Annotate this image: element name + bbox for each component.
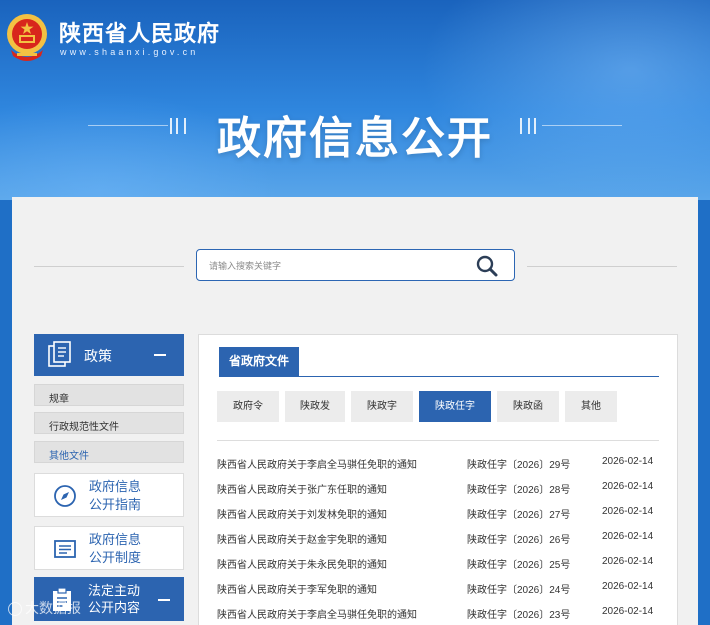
filter-shaanzhengfa[interactable]: 陕政发 (285, 391, 345, 422)
document-number: 陕政任字〔2026〕27号 (467, 510, 571, 521)
table-row: 陕西省人民政府关于李军免职的通知 陕政任字〔2026〕24号 2026-02-1… (217, 581, 661, 601)
document-title-link[interactable]: 陕西省人民政府关于张广东任职的通知 (217, 481, 387, 496)
table-row: 陕西省人民政府关于李启全马骐任免职的通知 陕政任字〔2026〕29号 2026-… (217, 456, 661, 476)
document-title-link[interactable]: 陕西省人民政府关于赵金宇免职的通知 (217, 531, 387, 546)
document-number: 陕政任字〔2026〕24号 (467, 585, 571, 596)
main-panel: 政策 规章 行政规范性文件 其他文件 政府信息 公开指南 政府信息 公开制度 (12, 197, 698, 625)
watermark-logo-icon (8, 602, 22, 617)
table-row: 陕西省人民政府关于张广东任职的通知 陕政任字〔2026〕28号 2026-02-… (217, 481, 661, 501)
search-input[interactable] (209, 258, 459, 274)
collapse-icon[interactable] (154, 354, 166, 356)
header-banner: 陕西省人民政府 www.shaanxi.gov.cn 政府信息公开 (0, 0, 710, 200)
table-row: 陕西省人民政府关于李启全马骐任免职的通知 陕政任字〔2026〕23号 2026-… (217, 606, 661, 625)
search-divider (34, 266, 184, 267)
filter-shaanzhenghan[interactable]: 陕政函 (497, 391, 559, 422)
document-number: 陕政任字〔2026〕28号 (467, 485, 571, 496)
search-icon[interactable] (475, 254, 499, 278)
site-title[interactable]: 陕西省人民政府 (59, 16, 220, 48)
search-bar (196, 249, 515, 281)
sidebar-card-disclosure-guide[interactable]: 政府信息 公开指南 (34, 473, 184, 517)
filter-other[interactable]: 其他 (565, 391, 617, 422)
document-icon (48, 341, 71, 367)
sidebar-card-label: 政府信息 公开指南 (89, 479, 142, 512)
national-emblem-icon[interactable] (5, 12, 49, 62)
table-row: 陕西省人民政府关于赵金宇免职的通知 陕政任字〔2026〕26号 2026-02-… (217, 531, 661, 551)
document-date: 2026-02-14 (602, 506, 654, 517)
list-document-icon (54, 540, 76, 558)
document-number: 陕政任字〔2026〕23号 (467, 610, 571, 621)
sidebar-section-title: 法定主动 公开内容 (88, 583, 141, 615)
document-title-link[interactable]: 陕西省人民政府关于李军免职的通知 (217, 581, 377, 596)
list-divider (217, 440, 659, 441)
sidebar-item-other-docs[interactable]: 其他文件 (34, 441, 184, 463)
document-number: 陕政任字〔2026〕26号 (467, 535, 571, 546)
table-row: 陕西省人民政府关于朱永民免职的通知 陕政任字〔2026〕25号 2026-02-… (217, 556, 661, 576)
compass-icon (54, 485, 76, 507)
document-title-link[interactable]: 陕西省人民政府关于李启全马骐任免职的通知 (217, 456, 417, 471)
search-divider (527, 266, 677, 267)
sidebar-section-title: 政策 (84, 348, 112, 364)
tab-provincial-documents[interactable]: 省政府文件 (219, 347, 300, 376)
filter-shaanzhengrenzi[interactable]: 陕政任字 (419, 391, 491, 422)
document-number: 陕政任字〔2026〕29号 (467, 460, 571, 471)
document-title-link[interactable]: 陕西省人民政府关于李启全马骐任免职的通知 (217, 606, 417, 621)
document-date: 2026-02-14 (602, 531, 654, 542)
document-date: 2026-02-14 (602, 456, 654, 467)
table-row: 陕西省人民政府关于刘发林免职的通知 陕政任字〔2026〕27号 2026-02-… (217, 506, 661, 526)
document-date: 2026-02-14 (602, 556, 654, 567)
filter-government-order[interactable]: 政府令 (217, 391, 279, 422)
sidebar-item-normative-docs[interactable]: 行政规范性文件 (34, 412, 184, 434)
document-date: 2026-02-14 (602, 581, 654, 592)
banner-deco-line (542, 125, 622, 126)
collapse-icon[interactable] (158, 599, 170, 601)
document-date: 2026-02-14 (602, 481, 654, 492)
sidebar-card-disclosure-system[interactable]: 政府信息 公开制度 (34, 526, 184, 570)
watermark: 大数据报 (8, 598, 81, 618)
sidebar-item-rules[interactable]: 规章 (34, 384, 184, 406)
sidebar-section-policy[interactable]: 政策 (34, 334, 184, 376)
banner-glow (420, 0, 710, 200)
document-number: 陕政任字〔2026〕25号 (467, 560, 571, 571)
site-url: www.shaanxi.gov.cn (60, 47, 199, 57)
document-date: 2026-02-14 (602, 606, 654, 617)
sidebar-card-label: 政府信息 公开制度 (89, 532, 142, 565)
document-title-link[interactable]: 陕西省人民政府关于刘发林免职的通知 (217, 506, 387, 521)
document-list-panel: 省政府文件 政府令 陕政发 陕政字 陕政任字 陕政函 其他 陕西省人民政府关于李… (198, 334, 678, 625)
document-title-link[interactable]: 陕西省人民政府关于朱永民免职的通知 (217, 556, 387, 571)
banner-title: 政府信息公开 (217, 114, 493, 163)
filter-shaanzhengzi[interactable]: 陕政字 (351, 391, 413, 422)
tab-underline (219, 376, 659, 377)
